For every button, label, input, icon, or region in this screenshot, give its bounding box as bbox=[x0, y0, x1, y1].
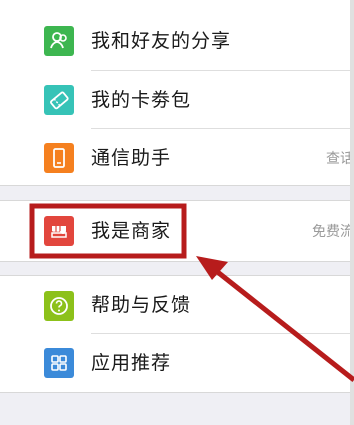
phone-assistant-icon bbox=[44, 143, 74, 173]
merchant-shop-icon bbox=[44, 216, 74, 246]
menu-item-telecom-assistant[interactable]: 通信助手 查话 bbox=[0, 129, 354, 187]
menu-item-help[interactable]: 帮助与反馈 bbox=[0, 276, 354, 334]
menu-item-app-recommend[interactable]: 应用推荐 bbox=[0, 334, 354, 392]
group-edge bbox=[0, 261, 354, 262]
coupon-icon bbox=[44, 85, 74, 115]
menu-item-share-label: 我和好友的分享 bbox=[91, 30, 232, 52]
app-recommend-icon bbox=[44, 348, 74, 378]
menu-item-help-label: 帮助与反馈 bbox=[91, 294, 192, 316]
scroll-edge bbox=[350, 0, 354, 425]
menu-item-share[interactable]: 我和好友的分享 bbox=[0, 12, 354, 70]
menu-item-app-recommend-label: 应用推荐 bbox=[91, 352, 172, 374]
share-friends-icon bbox=[44, 26, 74, 56]
group-edge bbox=[0, 392, 354, 393]
group-edge bbox=[0, 185, 354, 186]
menu-group-1: 我和好友的分享 我的卡劵包 通信助手 查话 bbox=[0, 0, 354, 185]
menu-item-telecom-label: 通信助手 bbox=[91, 147, 172, 169]
menu-item-merchant-label: 我是商家 bbox=[91, 220, 172, 242]
help-feedback-icon bbox=[44, 291, 74, 321]
menu-item-merchant[interactable]: 我是商家 免费流 bbox=[0, 202, 354, 260]
menu-item-merchant-detail: 免费流 bbox=[312, 224, 354, 240]
menu-item-coupons[interactable]: 我的卡劵包 bbox=[0, 71, 354, 129]
menu-group-3: 帮助与反馈 应用推荐 bbox=[0, 276, 354, 392]
menu-item-coupons-label: 我的卡劵包 bbox=[91, 89, 192, 111]
menu-group-2: 我是商家 免费流 bbox=[0, 201, 354, 261]
